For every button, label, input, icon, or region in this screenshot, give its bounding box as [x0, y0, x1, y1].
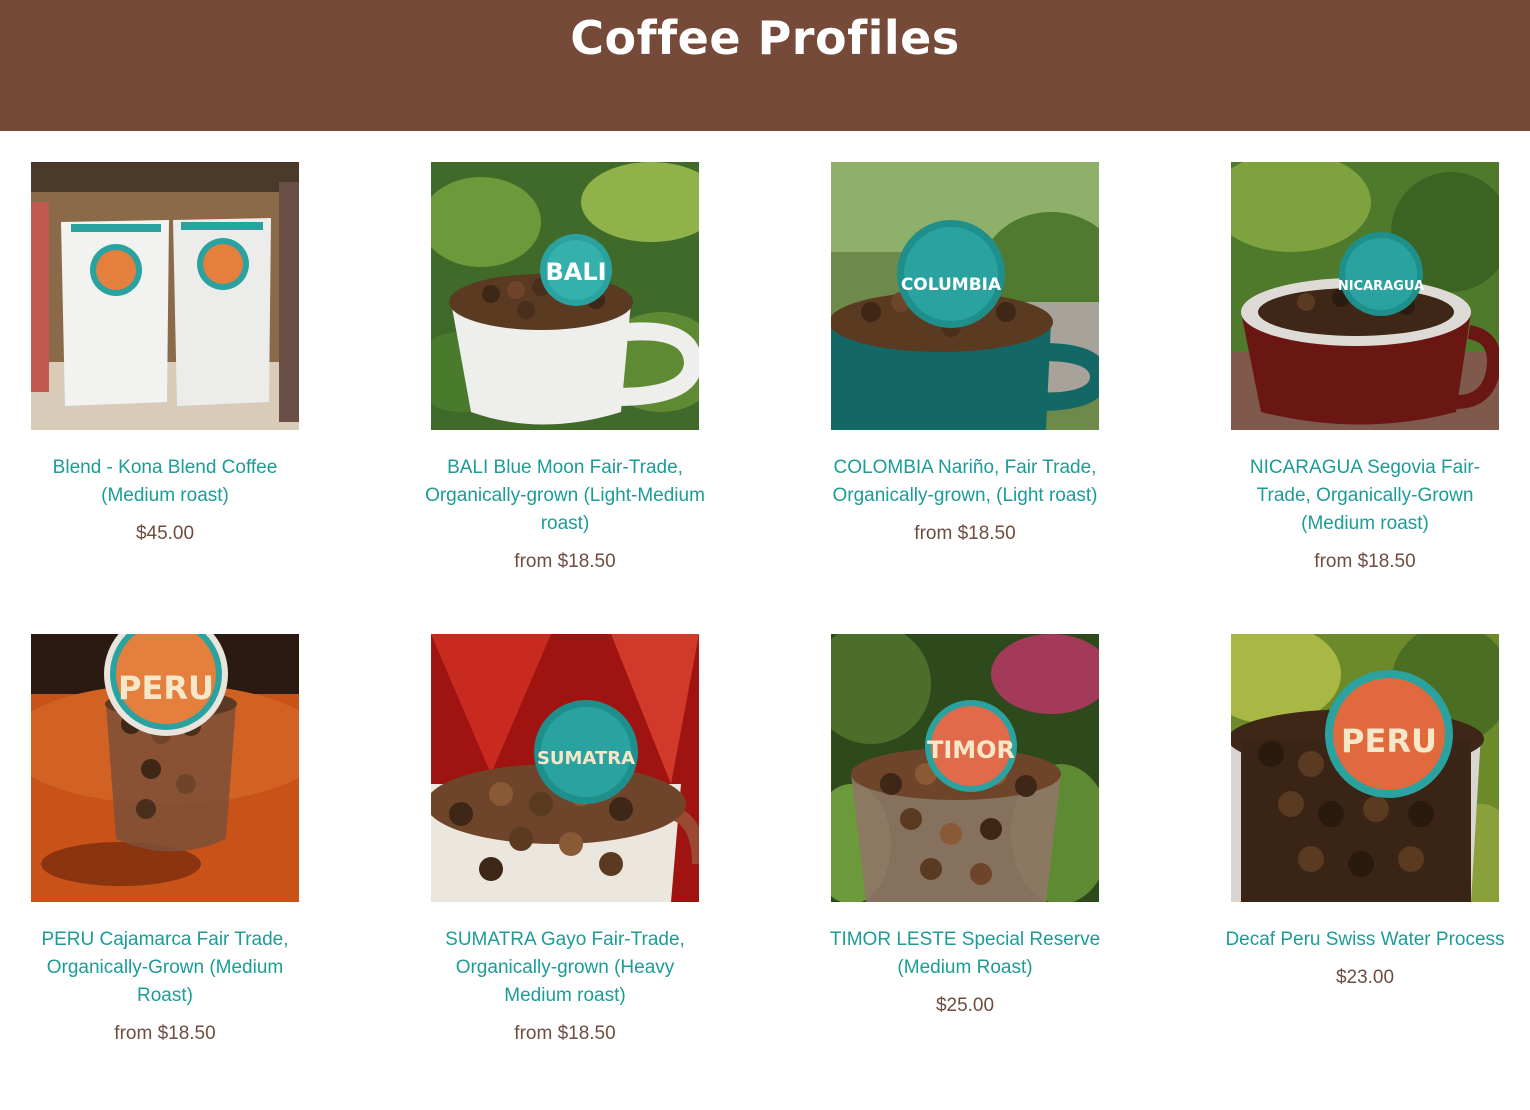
product-card: Blend - Kona Blend Coffee (Medium roast)…: [31, 162, 299, 546]
product-price: $25.00: [935, 995, 995, 1016]
product-card: PERU Decaf Peru Swiss Water Process $23.…: [1225, 634, 1505, 990]
decaf-peru-coffee-cup-image[interactable]: PERU: [1231, 634, 1499, 902]
colombia-coffee-cup-image[interactable]: COLUMBIA: [831, 162, 1099, 430]
product-price: from $18.50: [1314, 551, 1416, 572]
nicaragua-coffee-cup-image[interactable]: NICARAGUA: [1231, 162, 1499, 430]
product-card: PERU PERU Cajamarca Fair Trade, Organica…: [31, 634, 299, 1046]
product-name-link[interactable]: BALI Blue Moon Fair-Trade, Organically-g…: [425, 454, 705, 538]
sumatra-coffee-cup-image[interactable]: SUMATRA: [431, 634, 699, 902]
tag-label: COLUMBIA: [901, 275, 1002, 295]
page-header: Coffee Profiles: [0, 0, 1530, 131]
product-price: from $18.50: [114, 1023, 216, 1044]
product-name-link[interactable]: PERU Cajamarca Fair Trade, Organically-G…: [25, 926, 305, 1010]
product-card: TIMOR TIMOR LESTE Special Reserve (Mediu…: [830, 634, 1100, 1018]
page-title: Coffee Profiles: [570, 11, 960, 65]
bali-coffee-cup-image[interactable]: BALI: [431, 162, 699, 430]
tag-label: PERU: [1341, 722, 1437, 760]
tag-label: SUMATRA: [537, 748, 635, 769]
product-name-link[interactable]: Blend - Kona Blend Coffee (Medium roast): [25, 454, 305, 510]
product-price: $23.00: [1335, 967, 1395, 988]
product-name-link[interactable]: COLOMBIA Nariño, Fair Trade, Organically…: [825, 454, 1105, 510]
product-card: NICARAGUA NICARAGUA Segovia Fair-Trade, …: [1231, 162, 1499, 574]
tag-label: TIMOR: [927, 736, 1015, 764]
product-card: SUMATRA SUMATRA Gayo Fair-Trade, Organic…: [431, 634, 699, 1046]
tag-label: NICARAGUA: [1338, 279, 1424, 294]
product-card: COLUMBIA COLOMBIA Nariño, Fair Trade, Or…: [831, 162, 1099, 546]
timor-coffee-glass-image[interactable]: TIMOR: [831, 634, 1099, 902]
product-name-link[interactable]: NICARAGUA Segovia Fair-Trade, Organicall…: [1225, 454, 1505, 538]
tag-label: PERU: [118, 669, 214, 707]
product-card: BALI BALI Blue Moon Fair-Trade, Organica…: [425, 162, 705, 574]
product-price: from $18.50: [514, 1023, 616, 1044]
tag-label: BALI: [545, 258, 606, 286]
product-price: from $18.50: [914, 523, 1016, 544]
product-name-link[interactable]: Decaf Peru Swiss Water Process: [1225, 926, 1505, 954]
product-name-link[interactable]: TIMOR LESTE Special Reserve (Medium Roas…: [825, 926, 1105, 982]
product-price: $45.00: [135, 523, 195, 544]
peru-coffee-glass-image[interactable]: PERU: [31, 634, 299, 902]
product-name-link[interactable]: SUMATRA Gayo Fair-Trade, Organically-gro…: [425, 926, 705, 1010]
product-price: from $18.50: [514, 551, 616, 572]
coffee-bags-image[interactable]: [31, 162, 299, 430]
